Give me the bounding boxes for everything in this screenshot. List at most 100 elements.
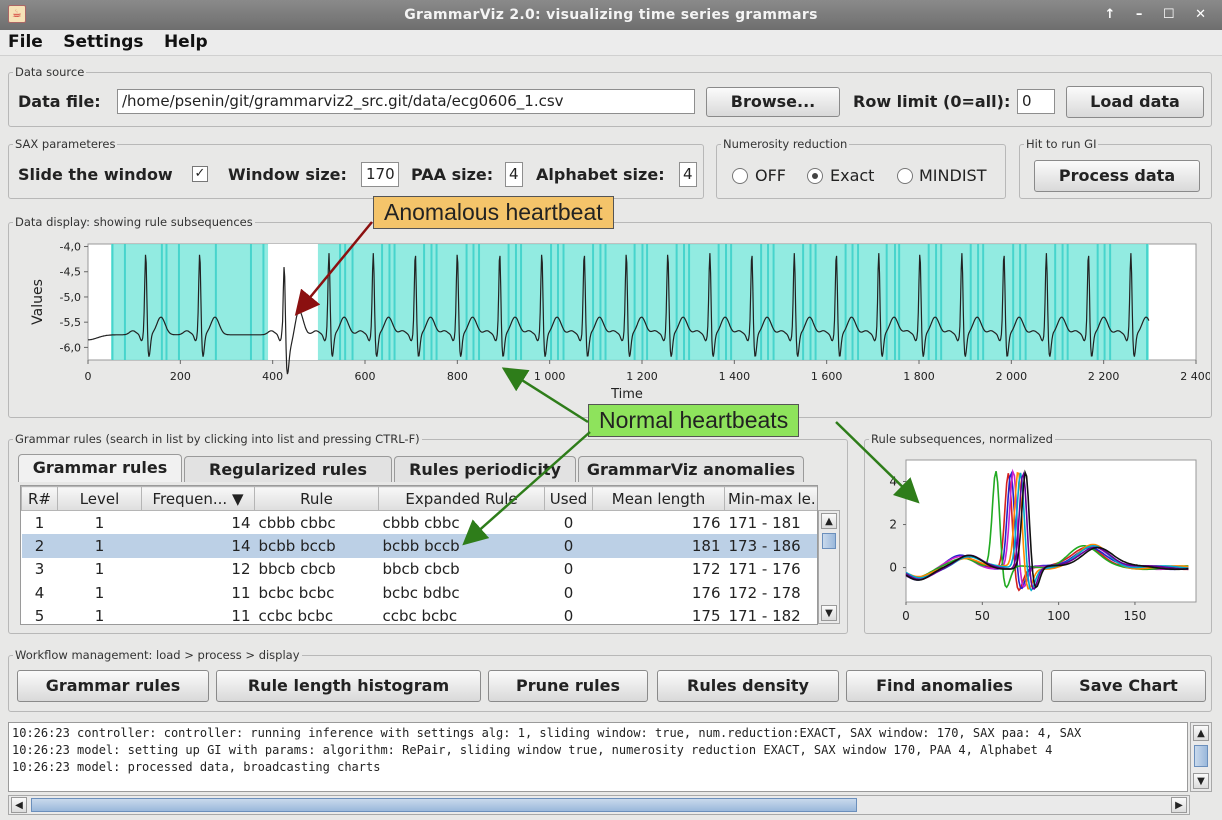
tab-grammarviz-anomalies[interactable]: GrammarViz anomalies [578,456,804,482]
window-controls[interactable]: ↑ – ☐ ✕ [1104,0,1214,30]
table-cell: 181 [592,534,725,558]
table-cell: 11 [231,583,251,602]
data-source-legend: Data source [15,65,85,79]
log-horizontal-scrollbar[interactable]: ◀ ▶ [8,795,1190,815]
data-file-input[interactable]: /home/psenin/git/grammarviz2_src.git/dat… [117,89,695,114]
menu-file[interactable]: File [0,30,51,54]
anomalous-heartbeat-callout: Anomalous heartbeat [373,196,614,229]
scroll-up-arrow[interactable]: ▲ [821,513,837,529]
table-cell: 1 [94,583,105,602]
window-size-label: Window size: [228,165,347,184]
x-tick-label: 2 400 [1180,370,1210,383]
alphabet-size-input[interactable]: 4 [679,162,697,187]
paa-size-input[interactable]: 4 [505,162,523,187]
rule-subsequences-chart[interactable]: 0 50 100 150 4 2 0 [866,450,1210,630]
table-cell: 172 [691,560,721,579]
log-scroll-down-arrow[interactable]: ▼ [1193,773,1209,789]
radio-mindist[interactable] [897,168,913,184]
log-scroll-right-arrow[interactable]: ▶ [1171,797,1187,813]
table-row[interactable]: 2 1 14 bcbb bccb bcbb bccb 0 181 173 - 186 [21,534,817,558]
grammar-rules-button[interactable]: Grammar rules [17,670,209,702]
rules-density-button[interactable]: Rules density [657,670,839,702]
sax-legend: SAX parameteres [15,137,116,151]
column-header[interactable]: Frequen... ▼ [141,486,255,511]
log-hscroll-thumb[interactable] [31,798,857,812]
log-vertical-scrollbar[interactable]: ▲ ▼ [1190,722,1212,792]
tab-rules-periodicity[interactable]: Rules periodicity [394,456,576,482]
table-cell: 1 [94,607,105,625]
save-chart-button[interactable]: Save Chart [1051,670,1206,702]
slide-window-checkbox[interactable]: ✓ [192,166,208,182]
tab-regularized-rules[interactable]: Regularized rules [184,456,392,482]
data-display-legend: Data display: showing rule subsequences [15,215,253,229]
table-cell: 0 [563,607,574,625]
x-tick-label: 200 [170,370,191,383]
radio-mindist-label[interactable]: MINDIST [919,166,986,185]
table-row[interactable]: 3 1 12 bbcb cbcb bbcb cbcb 0 172 171 - 176 [22,558,818,582]
table-cell: 176 [691,583,721,602]
table-cell: 171 - 182 [728,607,801,625]
table-cell: bcbc bdbc [382,583,460,602]
tab-grammar-rules[interactable]: Grammar rules [18,454,182,482]
table-cell: 1 [94,513,105,532]
column-header[interactable]: R# [21,486,58,511]
table-cell: bbcb cbcb [382,560,460,579]
table-row[interactable]: 1 1 14 cbbb cbbc cbbb cbbc 0 176 171 - 181 [22,511,818,535]
log-console[interactable]: 10:26:23 controller: controller: running… [8,722,1188,792]
x-tick-label: 600 [355,370,376,383]
radio-off-label[interactable]: OFF [755,166,786,185]
table-cell: 176 [691,513,721,532]
log-scroll-thumb[interactable] [1194,745,1208,767]
menu-help[interactable]: Help [156,30,216,54]
slide-window-label: Slide the window [18,165,173,184]
log-scroll-left-arrow[interactable]: ◀ [11,797,27,813]
x-tick-label: 400 [262,370,283,383]
rules-table[interactable]: R# Level Frequen... ▼ Rule Expanded Rule Used… [20,485,818,625]
column-header[interactable]: Used [544,486,593,511]
load-data-button[interactable]: Load data [1066,86,1204,118]
table-cell: ccbc bcbc [382,607,458,625]
window-titlebar[interactable]: ☕ GrammarViz 2.0: visualizing time serie… [0,0,1222,30]
column-header[interactable]: Expanded Rule [378,486,545,511]
table-cell: 175 [691,607,721,625]
table-cell: 1 [57,534,142,558]
radio-exact[interactable] [807,168,823,184]
scroll-thumb[interactable] [822,533,836,549]
column-header[interactable]: Mean length [592,486,725,511]
prune-rules-button[interactable]: Prune rules [488,670,648,702]
find-anomalies-button[interactable]: Find anomalies [846,670,1043,702]
rules-table-scrollbar[interactable]: ▲ ▼ [818,510,840,624]
rule-subsequences-legend: Rule subsequences, normalized [871,432,1053,446]
menu-bar: File Settings Help [0,30,1222,56]
window-title: GrammarViz 2.0: visualizing time series … [404,7,818,23]
log-line: 10:26:23 model: processed data, broadcas… [12,760,381,774]
column-header[interactable]: Rule [254,486,379,511]
table-row[interactable]: 4 1 11 bcbc bcbc bcbc bdbc 0 176 172 - 178 [22,581,818,605]
unhighlighted-region [268,244,318,360]
run-gi-legend: Hit to run GI [1026,137,1097,151]
row-limit-input[interactable]: 0 [1017,89,1055,114]
log-line: 10:26:23 controller: controller: running… [12,726,1082,740]
radio-off[interactable] [732,168,748,184]
x-tick-label: 1 600 [811,370,843,383]
window-size-input[interactable]: 170 [361,162,399,187]
row-limit-label: Row limit (0=all): [853,92,1011,111]
table-row[interactable]: 5 1 11 ccbc bcbc ccbc bcbc 0 175 171 - 182 [22,605,818,625]
alphabet-size-label: Alphabet size: [536,165,665,184]
paa-size-label: PAA size: [411,165,494,184]
menu-settings[interactable]: Settings [55,30,151,54]
timeseries-chart[interactable]: 0 200 400 600 800 1 000 1 200 1 400 1 600 1 800 2 … [10,230,1210,416]
rule-length-histogram-button[interactable]: Rule length histogram [216,670,481,702]
browse-button[interactable]: Browse... [706,87,840,117]
column-header[interactable]: Min-max le... [724,486,817,511]
log-scroll-up-arrow[interactable]: ▲ [1193,725,1209,741]
numerosity-legend: Numerosity reduction [723,137,848,151]
subseq-x-tick-label: 100 [1047,609,1070,623]
x-tick-label: 1 000 [534,370,566,383]
process-data-button[interactable]: Process data [1034,160,1200,192]
table-cell: 2 [21,534,58,558]
radio-exact-label[interactable]: Exact [830,166,874,185]
table-cell: bbcb cbcb [258,560,336,579]
column-header[interactable]: Level [57,486,142,511]
scroll-down-arrow[interactable]: ▼ [821,605,837,621]
